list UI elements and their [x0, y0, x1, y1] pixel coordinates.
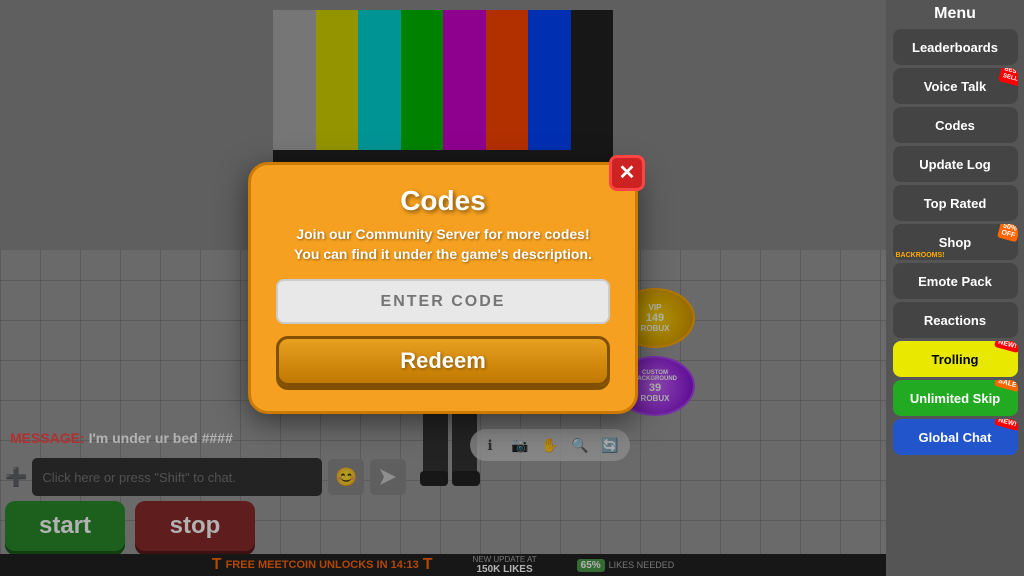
sidebar-item-codes[interactable]: Codes [893, 107, 1018, 143]
modal-overlay: ✕ Codes Join our Community Server for mo… [0, 0, 886, 576]
modal-subtitle: Join our Community Server for more codes… [276, 225, 610, 264]
modal-title: Codes [276, 185, 610, 217]
sidebar-item-shop[interactable]: Shop BACKROOMS! 50%OFF [893, 224, 1018, 260]
sidebar: Menu Leaderboards Voice Talk BESTSELL Co… [886, 0, 1024, 576]
sidebar-item-top-rated[interactable]: Top Rated [893, 185, 1018, 221]
sale-badge: SALE [994, 380, 1018, 392]
sidebar-title: Menu [934, 5, 976, 23]
sidebar-item-global-chat[interactable]: Global Chat NEW! [893, 419, 1018, 455]
codes-modal: ✕ Codes Join our Community Server for mo… [248, 162, 638, 414]
redeem-button[interactable]: Redeem [276, 336, 610, 386]
sidebar-item-leaderboards[interactable]: Leaderboards [893, 29, 1018, 65]
sidebar-item-reactions[interactable]: Reactions [893, 302, 1018, 338]
hot-badge: 50%OFF [997, 224, 1017, 242]
new-badge-global: NEW! [994, 419, 1018, 431]
game-area: ℹ 📷 ✋ 🔍 🔄 VIP 149 ROBUX CUSTOMBACKGROUND… [0, 0, 886, 576]
modal-close-button[interactable]: ✕ [609, 155, 645, 191]
backrooms-label: BACKROOMS! [896, 252, 945, 259]
sidebar-item-trolling[interactable]: Trolling NEW! [893, 341, 1018, 377]
sidebar-item-emote-pack[interactable]: Emote Pack [893, 263, 1018, 299]
sidebar-item-voice-talk[interactable]: Voice Talk BESTSELL [893, 68, 1018, 104]
code-input[interactable] [276, 279, 610, 324]
new-badge-trolling: NEW! [994, 341, 1018, 353]
sidebar-item-update-log[interactable]: Update Log [893, 146, 1018, 182]
sidebar-item-unlimited-skip[interactable]: Unlimited Skip SALE [893, 380, 1018, 416]
best-seller-badge: BESTSELL [998, 68, 1017, 87]
